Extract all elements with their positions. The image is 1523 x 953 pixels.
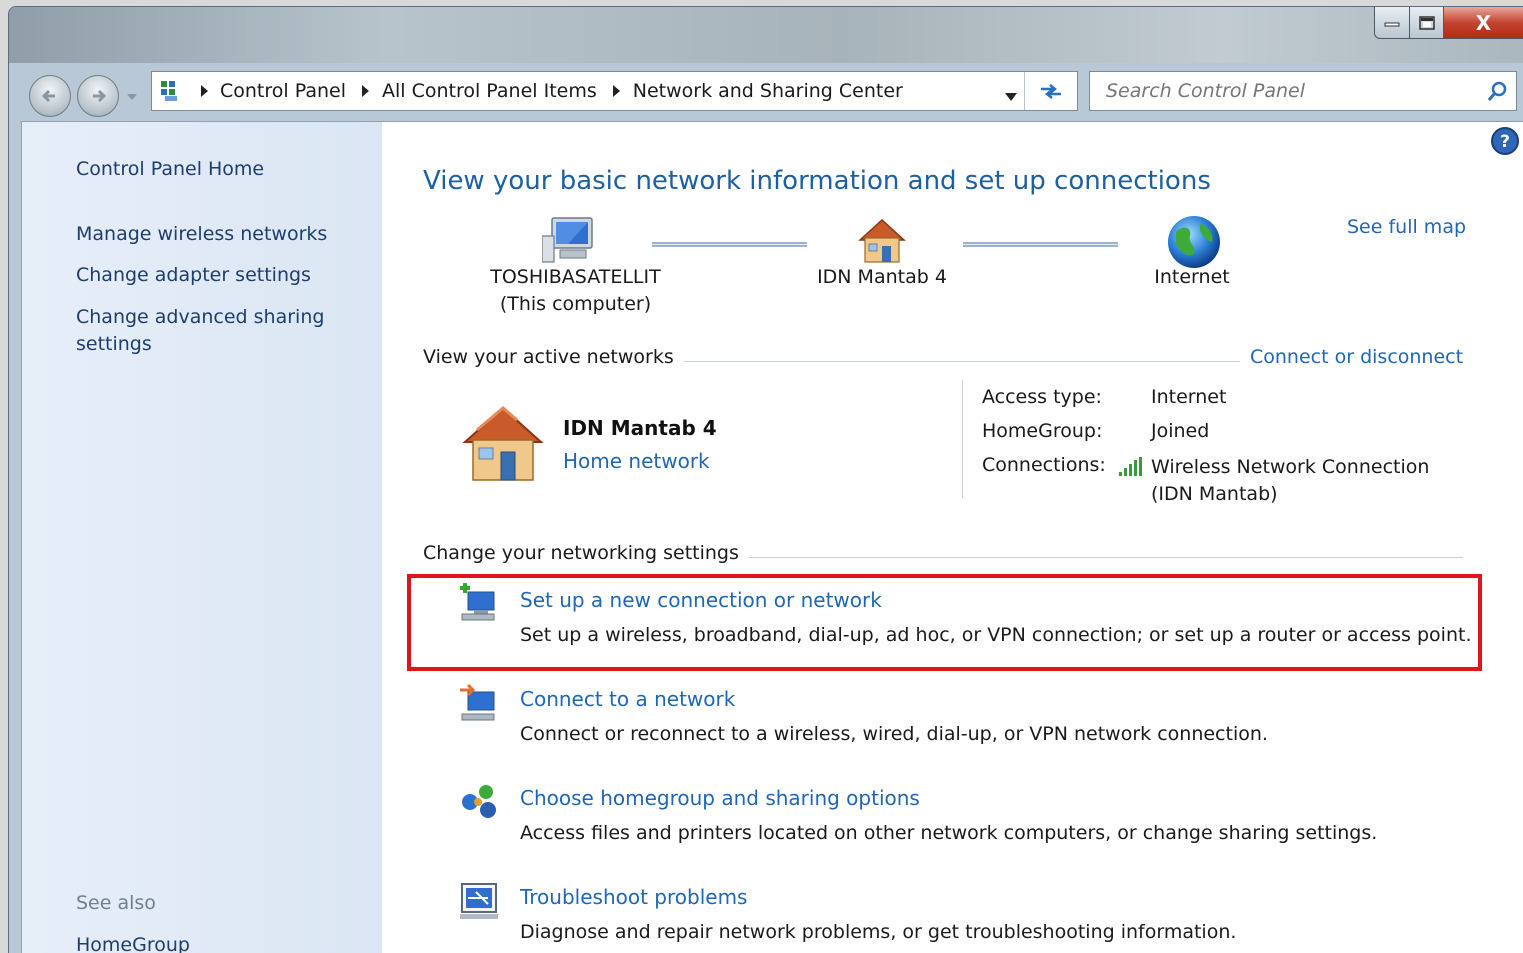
content-area: Control Panel Home Manage wireless netwo…	[21, 121, 1523, 953]
minimize-button[interactable]	[1374, 7, 1410, 39]
homegroup-label: HomeGroup:	[982, 420, 1103, 442]
close-button[interactable]: X	[1444, 7, 1523, 39]
see-full-map-link[interactable]: See full map	[1347, 216, 1466, 238]
vertical-divider	[962, 380, 963, 498]
change-settings-heading: Change your networking settings	[423, 542, 749, 564]
highlight-box	[407, 574, 1482, 671]
maximize-icon	[1418, 15, 1435, 30]
connection-name: Wireless Network Connection	[1151, 456, 1430, 478]
homegroup-joined-link[interactable]: Joined	[1151, 420, 1209, 442]
search-box[interactable]	[1089, 71, 1517, 111]
connection-line	[963, 242, 1118, 247]
wireless-connection-link[interactable]: Wireless Network Connection (IDN Mantab)	[1151, 454, 1429, 508]
map-network-name: IDN Mantab 4	[817, 266, 947, 288]
task-description: Diagnose and repair network problems, or…	[520, 921, 1237, 943]
connect-network-icon[interactable]	[458, 680, 502, 724]
active-network-name: IDN Mantab 4	[563, 416, 717, 440]
refresh-button[interactable]	[1024, 72, 1077, 110]
back-button[interactable]	[29, 75, 71, 117]
see-also-heading: See also	[76, 892, 156, 914]
troubleshoot-icon[interactable]	[458, 878, 502, 922]
address-bar[interactable]: Control Panel All Control Panel Items Ne…	[151, 71, 1078, 111]
refresh-icon	[1041, 84, 1061, 99]
magnifier-icon[interactable]	[1486, 80, 1510, 109]
house-icon	[462, 406, 544, 481]
maximize-button[interactable]	[1410, 7, 1444, 39]
sidebar-item-manage-wireless[interactable]: Manage wireless networks	[76, 221, 327, 248]
main-pane: ? View your basic network information an…	[382, 122, 1523, 953]
breadcrumb-separator-icon[interactable]	[198, 84, 210, 98]
network-type-link[interactable]: Home network	[563, 449, 710, 473]
page-title: View your basic network information and …	[423, 166, 1211, 196]
see-also-homegroup-link[interactable]: HomeGroup	[76, 932, 190, 953]
svg-text:?: ?	[1500, 132, 1510, 152]
forward-arrow-icon	[93, 89, 107, 103]
connect-or-disconnect-link[interactable]: Connect or disconnect	[1240, 346, 1464, 368]
caption-buttons: X	[1374, 7, 1523, 39]
connection-line	[652, 242, 807, 247]
homegroup-icon[interactable]	[458, 778, 502, 822]
task-description: Connect or reconnect to a wireless, wire…	[520, 723, 1268, 745]
connection-ssid: (IDN Mantab)	[1151, 483, 1278, 505]
homegroup-options-link[interactable]: Choose homegroup and sharing options	[520, 786, 920, 810]
close-icon: X	[1475, 10, 1492, 35]
computer-name: TOSHIBASATELLIT	[490, 266, 661, 288]
search-input[interactable]	[1104, 79, 1468, 103]
access-type-value: Internet	[1151, 386, 1227, 408]
breadcrumb-separator-icon[interactable]	[360, 84, 372, 98]
left-task-pane: Control Panel Home Manage wireless netwo…	[22, 122, 382, 953]
recent-pages-dropdown[interactable]	[125, 91, 139, 103]
forward-button[interactable]	[77, 75, 119, 117]
breadcrumb-control-panel[interactable]: Control Panel	[220, 80, 346, 102]
map-internet-label: Internet	[1154, 266, 1230, 288]
computer-icon[interactable]	[542, 216, 602, 266]
breadcrumb-all-items[interactable]: All Control Panel Items	[382, 80, 597, 102]
sidebar-item-advanced-sharing[interactable]: Change advanced sharing settings	[76, 304, 336, 358]
computer-sublabel: (This computer)	[499, 293, 652, 315]
explorer-window: X Control Panel All Control Panel Items …	[8, 6, 1523, 953]
troubleshoot-link[interactable]: Troubleshoot problems	[520, 885, 747, 909]
sidebar-item-adapter-settings[interactable]: Change adapter settings	[76, 262, 311, 289]
title-bar[interactable]: X	[9, 7, 1523, 63]
control-panel-icon	[158, 78, 184, 104]
active-networks-heading: View your active networks	[423, 346, 684, 368]
signal-bars-icon	[1119, 457, 1142, 476]
breadcrumb-separator-icon[interactable]	[611, 84, 623, 98]
minimize-icon	[1384, 22, 1400, 26]
address-dropdown-icon[interactable]	[1005, 84, 1017, 106]
connect-to-network-link[interactable]: Connect to a network	[520, 687, 735, 711]
access-type-label: Access type:	[982, 386, 1102, 408]
chevron-down-icon	[127, 94, 137, 100]
globe-icon[interactable]	[1166, 214, 1222, 270]
back-arrow-icon	[41, 89, 55, 103]
control-panel-home-link[interactable]: Control Panel Home	[76, 156, 264, 183]
connections-label: Connections:	[982, 454, 1106, 476]
breadcrumb-network-sharing[interactable]: Network and Sharing Center	[633, 80, 903, 102]
task-description: Access files and printers located on oth…	[520, 822, 1378, 844]
house-icon[interactable]	[852, 216, 912, 266]
help-icon[interactable]: ?	[1490, 126, 1520, 156]
